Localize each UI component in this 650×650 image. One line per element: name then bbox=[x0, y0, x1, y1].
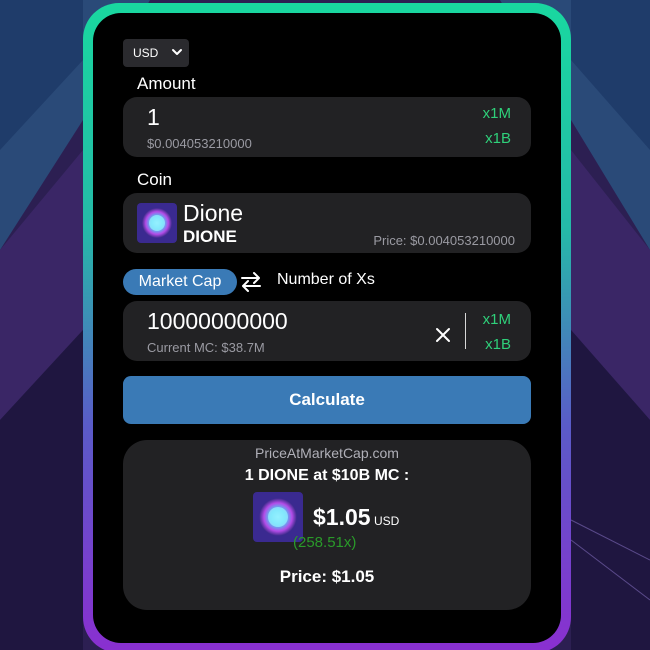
calculate-button[interactable]: Calculate bbox=[123, 376, 531, 424]
result-card: PriceAtMarketCap.com 1 DIONE at $10B MC … bbox=[123, 440, 531, 610]
dione-coin-icon bbox=[137, 203, 177, 243]
close-icon[interactable] bbox=[433, 325, 453, 345]
currency-select-value: USD bbox=[133, 46, 159, 60]
number-of-xs-mode-button[interactable]: Number of Xs bbox=[277, 271, 375, 289]
market-cap-mode-button[interactable]: Market Cap bbox=[123, 269, 237, 295]
market-cap-mode-label: Market Cap bbox=[138, 273, 222, 290]
amount-usd-value: $0.004053210000 bbox=[147, 136, 252, 151]
coin-price: Price: $0.004053210000 bbox=[373, 233, 515, 248]
calculate-button-label: Calculate bbox=[289, 390, 365, 409]
current-market-cap: Current MC: $38.7M bbox=[147, 340, 265, 355]
calculator-frame: USD Amount 1 $0.004053210000 x1M x1B Coi… bbox=[83, 3, 571, 650]
coin-name: Dione bbox=[183, 200, 244, 226]
swap-arrows-icon[interactable] bbox=[239, 271, 263, 293]
market-cap-value: 10000000000 bbox=[147, 308, 288, 334]
result-footer-price: Price: $1.05 bbox=[279, 567, 375, 586]
input-divider bbox=[465, 313, 466, 349]
coin-selector[interactable]: Dione DIONE Price: $0.004053210000 bbox=[123, 193, 531, 253]
result-site-name: PriceAtMarketCap.com bbox=[255, 445, 399, 461]
calculator-panel: USD Amount 1 $0.004053210000 x1M x1B Coi… bbox=[93, 13, 561, 643]
amount-x1b-button[interactable]: x1B bbox=[485, 130, 511, 147]
coin-ticker: DIONE bbox=[183, 227, 237, 246]
chevron-down-icon bbox=[172, 49, 182, 55]
amount-input[interactable]: 1 $0.004053210000 x1M x1B bbox=[123, 97, 531, 157]
result-headline: 1 DIONE at $10B MC : bbox=[244, 467, 410, 484]
coin-label: Coin bbox=[137, 170, 172, 189]
result-multiplier: (258.51x) bbox=[293, 534, 357, 551]
amount-x1m-button[interactable]: x1M bbox=[483, 105, 511, 122]
market-cap-x1m-button[interactable]: x1M bbox=[483, 311, 511, 328]
market-cap-input[interactable]: 10000000000 Current MC: $38.7M x1M x1B bbox=[123, 301, 531, 361]
market-cap-x1b-button[interactable]: x1B bbox=[485, 336, 511, 353]
result-currency: USD bbox=[374, 514, 400, 528]
currency-select[interactable]: USD bbox=[123, 39, 189, 67]
result-price: $1.05 bbox=[313, 504, 371, 530]
amount-label: Amount bbox=[137, 74, 196, 93]
amount-value: 1 bbox=[147, 104, 160, 130]
